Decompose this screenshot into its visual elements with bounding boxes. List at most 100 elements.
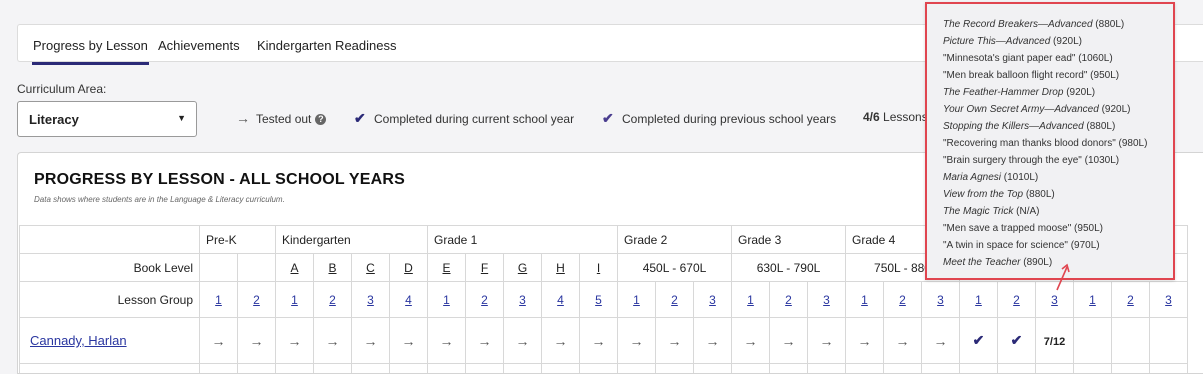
book-level-link[interactable]: B (328, 261, 336, 275)
progress-cell[interactable]: ✔ (959, 317, 998, 364)
completed-check-icon: ✔ (972, 332, 985, 348)
empty-cell (845, 363, 884, 373)
lesson-group-cell: 2 (1111, 281, 1150, 318)
lesson-group-link[interactable]: 2 (671, 293, 678, 307)
lesson-group-link[interactable]: 1 (291, 293, 298, 307)
book-level-link[interactable]: D (404, 261, 413, 275)
progress-cell[interactable]: → (541, 317, 580, 364)
book-level-link[interactable]: G (518, 261, 527, 275)
book-level-cell: H (541, 253, 580, 282)
progress-cell[interactable] (1073, 317, 1112, 364)
lesson-title: Picture This—Advanced (943, 36, 1051, 47)
lesson-group-link[interactable]: 2 (785, 293, 792, 307)
progress-cell[interactable]: → (617, 317, 656, 364)
lesson-group-link[interactable]: 1 (975, 293, 982, 307)
lesson-group-link[interactable]: 3 (1165, 293, 1172, 307)
lesson-group-cell: 1 (959, 281, 998, 318)
lesson-title: "Minnesota's giant paper ead" (943, 53, 1076, 64)
lesson-group-link[interactable]: 1 (633, 293, 640, 307)
progress-cell[interactable]: → (313, 317, 352, 364)
tested-out-arrow-icon: → (629, 332, 644, 349)
tab-achievements[interactable]: Achievements (158, 38, 240, 53)
panel-title: PROGRESS BY LESSON - ALL SCHOOL YEARS (34, 171, 406, 188)
tab-progress-by-lesson[interactable]: Progress by Lesson (32, 38, 149, 65)
progress-cell[interactable]: → (731, 317, 770, 364)
lesson-group-link[interactable]: 3 (709, 293, 716, 307)
lesson-group-cell: 3 (1149, 281, 1188, 318)
lesson-group-cell: 1 (1073, 281, 1112, 318)
tooltip-lesson-item: "Men save a trapped moose" (950L) (943, 220, 1173, 237)
tab-kindergarten-readiness[interactable]: Kindergarten Readiness (257, 38, 396, 53)
legend-count: 4/6 Lessons (863, 110, 928, 124)
student-name-link[interactable]: Cannady, Harlan (19, 317, 200, 364)
empty-cell (655, 363, 694, 373)
progress-cell[interactable]: → (883, 317, 922, 364)
lesson-group-link[interactable]: 4 (557, 293, 564, 307)
lesson-tooltip: The Record Breakers—Advanced (880L) Pictu… (925, 2, 1175, 280)
progress-cell[interactable]: → (693, 317, 732, 364)
lesson-group-link[interactable]: 2 (899, 293, 906, 307)
progress-cell[interactable]: → (199, 317, 238, 364)
book-level-cell (199, 253, 238, 282)
lesson-group-cell: 3 (693, 281, 732, 318)
tested-out-arrow-icon: → (363, 332, 378, 349)
lesson-group-link[interactable]: 5 (595, 293, 602, 307)
progress-cell[interactable]: → (389, 317, 428, 364)
lesson-group-link[interactable]: 1 (861, 293, 868, 307)
lesson-group-link[interactable]: 1 (747, 293, 754, 307)
progress-cell[interactable] (1149, 317, 1188, 364)
progress-cell[interactable]: → (237, 317, 276, 364)
progress-cell[interactable]: → (465, 317, 504, 364)
progress-cell[interactable]: → (579, 317, 618, 364)
table-row (19, 363, 1188, 373)
progress-cell[interactable]: → (275, 317, 314, 364)
book-level-link[interactable]: F (481, 261, 488, 275)
lesson-group-link[interactable]: 2 (329, 293, 336, 307)
progress-cell[interactable]: → (769, 317, 808, 364)
lesson-group-link[interactable]: 2 (1127, 293, 1134, 307)
book-level-link[interactable]: A (290, 261, 298, 275)
lesson-group-link[interactable]: 3 (367, 293, 374, 307)
lesson-group-link[interactable]: 4 (405, 293, 412, 307)
tooltip-lesson-item: "A twin in space for science" (970L) (943, 237, 1173, 254)
lesson-group-link[interactable]: 3 (1051, 293, 1058, 307)
lesson-group-link[interactable]: 3 (519, 293, 526, 307)
tested-out-arrow-icon: → (553, 332, 568, 349)
lesson-lexile: (1030L) (1081, 155, 1120, 166)
lesson-group-link[interactable]: 2 (253, 293, 260, 307)
curriculum-area-select[interactable]: Literacy ▼ (17, 101, 197, 137)
lesson-group-link[interactable]: 3 (937, 293, 944, 307)
progress-cell[interactable]: → (503, 317, 542, 364)
progress-cell[interactable]: 7/12 (1035, 317, 1074, 364)
tested-out-arrow-icon: → (933, 332, 948, 349)
lesson-group-link[interactable]: 2 (1013, 293, 1020, 307)
book-level-link[interactable]: E (442, 261, 450, 275)
empty-cell (541, 363, 580, 373)
progress-cell[interactable]: → (921, 317, 960, 364)
lesson-group-link[interactable]: 1 (215, 293, 222, 307)
lesson-group-link[interactable]: 1 (443, 293, 450, 307)
empty-cell (769, 363, 808, 373)
lesson-group-link[interactable]: 2 (481, 293, 488, 307)
lesson-group-link[interactable]: 1 (1089, 293, 1096, 307)
tested-out-arrow-icon: → (325, 332, 340, 349)
progress-cell[interactable]: → (807, 317, 846, 364)
tooltip-lesson-item: Stopping the Killers—Advanced (880L) (943, 118, 1173, 135)
double-checkmark-icon: ✔ (602, 110, 614, 126)
book-level-link[interactable]: C (366, 261, 375, 275)
lesson-group-cell: 1 (275, 281, 314, 318)
empty-cell (693, 363, 732, 373)
book-level-link[interactable]: I (597, 261, 600, 275)
progress-cell[interactable]: → (427, 317, 466, 364)
progress-cell[interactable] (1111, 317, 1150, 364)
legend-previous-years-label: Completed during previous school years (622, 112, 837, 126)
book-level-link[interactable]: H (556, 261, 565, 275)
tested-out-arrow-icon: → (705, 332, 720, 349)
progress-cell[interactable]: ✔ (997, 317, 1036, 364)
help-icon[interactable]: ? (315, 114, 327, 125)
lesson-group-link[interactable]: 3 (823, 293, 830, 307)
progress-cell[interactable]: → (351, 317, 390, 364)
legend-current-year: ✔ Completed during current school year (354, 110, 574, 127)
progress-cell[interactable]: → (845, 317, 884, 364)
progress-cell[interactable]: → (655, 317, 694, 364)
